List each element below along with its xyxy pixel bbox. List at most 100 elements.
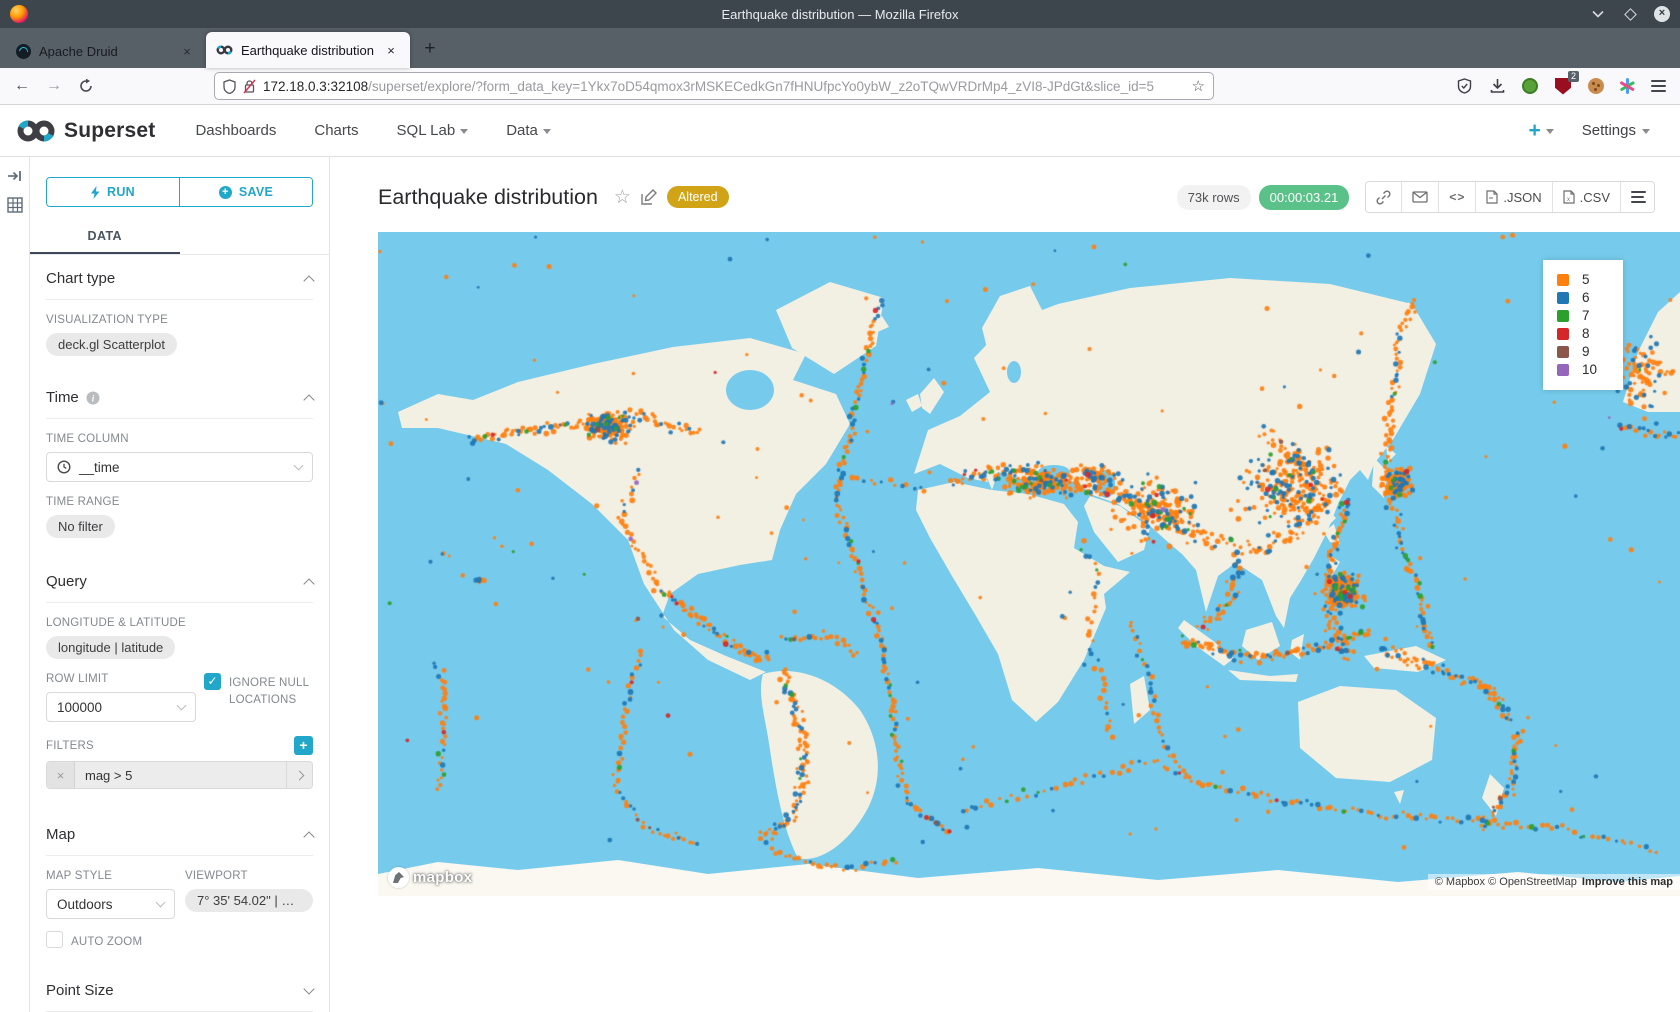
filter-control[interactable]: × mag > 5 — [46, 761, 313, 789]
lonlat-value[interactable]: longitude | latitude — [46, 636, 175, 659]
deckgl-scatter-map[interactable]: 5678910 mapbox © Mapbox © OpenStreetMap … — [378, 232, 1680, 896]
info-icon: i — [86, 391, 100, 405]
run-button[interactable]: RUN — [47, 178, 179, 206]
map-attribution: © Mapbox © OpenStreetMap Improve this ma… — [1428, 874, 1680, 890]
map-style-select[interactable]: Outdoors — [46, 889, 175, 919]
time-range-value[interactable]: No filter — [46, 515, 115, 538]
new-item-button[interactable]: + — [1529, 121, 1554, 141]
auto-zoom-checkbox-row[interactable]: AUTO ZOOM — [46, 931, 175, 951]
hamburger-icon — [1631, 196, 1644, 198]
url-text[interactable]: 172.18.0.3:32108/superset/explore/?form_… — [263, 79, 1185, 94]
url-path: /superset/explore/?form_data_key=1Ykx7oD… — [368, 79, 1154, 94]
tab-close-icon[interactable]: × — [382, 43, 400, 58]
legend-swatch-icon — [1557, 328, 1569, 340]
section-chart-type[interactable]: Chart type — [46, 255, 313, 300]
menu-hamburger-icon[interactable] — [1648, 76, 1668, 96]
window-titlebar: Earthquake distribution — Mozilla Firefo… — [0, 0, 1680, 28]
row-limit-label: ROW LIMIT — [46, 673, 196, 685]
altered-badge[interactable]: Altered — [667, 186, 729, 208]
nav-dashboards[interactable]: Dashboards — [195, 122, 276, 139]
window-maximize-button[interactable] — [1624, 8, 1637, 21]
export-csv-button[interactable]: x .CSV — [1552, 182, 1620, 212]
section-time[interactable]: Time i — [46, 374, 313, 419]
chevron-down-icon — [177, 701, 187, 711]
extension-green-icon[interactable] — [1520, 76, 1540, 96]
settings-menu[interactable]: Settings — [1582, 122, 1650, 139]
dataset-icon-strip — [0, 157, 30, 1012]
caret-down-icon — [1642, 129, 1650, 134]
row-limit-select[interactable]: 100000 — [46, 692, 196, 722]
lightning-icon — [91, 186, 100, 199]
reload-button[interactable] — [72, 73, 100, 99]
tab-earthquake-distribution[interactable]: Earthquake distribution × — [206, 32, 410, 68]
query-timer-badge: 00:00:03.21 — [1259, 185, 1350, 210]
druid-favicon-icon — [16, 44, 31, 59]
viz-type-value[interactable]: deck.gl Scatterplot — [46, 333, 177, 356]
window-close-button[interactable]: × — [1654, 6, 1670, 22]
window-minimize-button[interactable] — [1590, 6, 1606, 22]
tracking-shield-icon[interactable] — [223, 79, 236, 94]
insecure-lock-icon[interactable] — [243, 79, 256, 94]
section-map[interactable]: Map — [46, 811, 313, 856]
time-column-label: TIME COLUMN — [46, 433, 313, 445]
edit-title-icon[interactable] — [641, 189, 657, 205]
bookmark-star-icon[interactable]: ☆ — [1192, 77, 1205, 95]
remove-filter-icon[interactable]: × — [47, 762, 75, 788]
favorite-star-icon[interactable]: ☆ — [614, 186, 631, 209]
copy-link-button[interactable] — [1366, 182, 1401, 212]
earthquake-points-layer[interactable] — [378, 232, 1680, 896]
tab-data[interactable]: DATA — [30, 223, 180, 254]
downloads-icon[interactable] — [1487, 76, 1507, 96]
email-button[interactable] — [1401, 182, 1438, 212]
filter-expand-icon[interactable] — [286, 762, 312, 788]
firefox-logo-icon — [10, 5, 28, 23]
superset-brand[interactable]: Superset — [16, 119, 155, 143]
nav-data[interactable]: Data — [506, 122, 551, 139]
checkbox-checked-icon[interactable]: ✓ — [204, 673, 221, 690]
browser-tab-bar: Apache Druid × Earthquake distribution ×… — [0, 28, 1680, 68]
new-tab-button[interactable]: + — [416, 36, 444, 64]
nav-charts[interactable]: Charts — [314, 122, 358, 139]
pocket-shield-icon[interactable] — [1454, 76, 1474, 96]
control-panel-sidebar: RUN + SAVE DATA Chart type VISUALIZATION… — [30, 157, 330, 1012]
add-filter-button[interactable]: + — [294, 736, 313, 755]
ublock-shield-icon[interactable]: 2 — [1553, 76, 1573, 96]
expand-panel-icon[interactable] — [7, 169, 22, 183]
save-button[interactable]: + SAVE — [179, 178, 312, 206]
checkbox-empty-icon[interactable] — [46, 931, 63, 948]
legend-swatch-icon — [1557, 310, 1569, 322]
time-column-value: __time — [79, 460, 120, 475]
dataset-grid-icon[interactable] — [7, 197, 23, 213]
url-bar[interactable]: 172.18.0.3:32108/superset/explore/?form_… — [214, 72, 1214, 100]
nav-sql-lab[interactable]: SQL Lab — [397, 122, 469, 139]
legend-swatch-icon — [1557, 292, 1569, 304]
forward-button[interactable]: → — [40, 73, 68, 99]
legend-label: 7 — [1582, 308, 1590, 323]
svg-text:x: x — [1567, 197, 1570, 203]
tab-apache-druid[interactable]: Apache Druid × — [6, 35, 206, 68]
attribution-text[interactable]: © Mapbox © OpenStreetMap — [1435, 876, 1577, 888]
superset-navbar: Superset Dashboards Charts SQL Lab Data … — [0, 105, 1680, 157]
filter-value[interactable]: mag > 5 — [75, 762, 286, 788]
legend-label: 6 — [1582, 290, 1590, 305]
back-button[interactable]: ← — [8, 73, 36, 99]
mapbox-logo[interactable]: mapbox — [388, 867, 472, 888]
chart-menu-button[interactable] — [1620, 182, 1654, 212]
section-query[interactable]: Query — [46, 558, 313, 603]
ignore-null-checkbox-row[interactable]: ✓ IGNORE NULL LOCATIONS — [204, 673, 313, 710]
tab-close-icon[interactable]: × — [178, 44, 196, 59]
embed-code-button[interactable]: <> — [1438, 182, 1475, 212]
cookie-extension-icon[interactable] — [1586, 76, 1606, 96]
export-json-button[interactable]: .JSON — [1475, 182, 1551, 212]
mapbox-wordmark: mapbox — [413, 869, 472, 886]
multi-account-containers-icon[interactable] — [1619, 78, 1635, 94]
viewport-value[interactable]: 7° 35' 54.02" | 31... — [185, 889, 313, 912]
tab-label: Earthquake distribution — [241, 43, 374, 58]
improve-map-link[interactable]: Improve this map — [1582, 876, 1673, 888]
section-point-size[interactable]: Point Size — [46, 967, 313, 1012]
auto-zoom-label: AUTO ZOOM — [71, 931, 142, 951]
window-title: Earthquake distribution — Mozilla Firefo… — [0, 7, 1680, 22]
tab-label: Apache Druid — [39, 44, 118, 59]
time-column-select[interactable]: __time — [46, 452, 313, 482]
chevron-down-icon — [156, 898, 166, 908]
